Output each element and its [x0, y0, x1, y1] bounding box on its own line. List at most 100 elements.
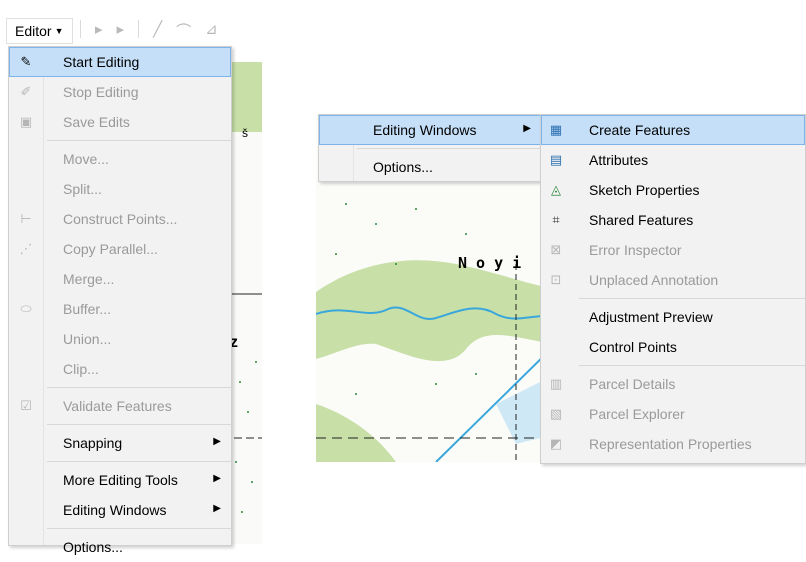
menu-item-label: Editing Windows	[63, 502, 167, 518]
menu-item-label: Stop Editing	[63, 84, 139, 100]
construct-points-icon: ⊢	[20, 211, 32, 226]
menu-separator	[47, 424, 231, 425]
menu-item-attributes[interactable]: ▤ Attributes	[541, 145, 805, 175]
menu-item-label: Options...	[373, 159, 433, 175]
chevron-down-icon: ▼	[54, 26, 64, 36]
menu-item-label: Parcel Details	[589, 376, 676, 392]
menu-item-split[interactable]: Split...	[9, 174, 231, 204]
menu-item-label: Sketch Properties	[589, 182, 700, 198]
menu-item-label: Snapping	[63, 435, 123, 451]
submenu-arrow-icon: ▶	[213, 473, 221, 484]
toolbar-tools: ▸ ▸ ╱ ⌒ ⊿	[80, 20, 218, 41]
parcel-details-icon: ▥	[549, 376, 563, 391]
menu-item-label: Save Edits	[63, 114, 130, 130]
menu-item-buffer[interactable]: ⬭ Buffer...	[9, 294, 231, 324]
menu-item-options[interactable]: Options...	[9, 532, 231, 562]
menu-separator	[47, 528, 231, 529]
menu-item-merge[interactable]: Merge...	[9, 264, 231, 294]
copy-parallel-icon: ⋰	[19, 241, 33, 256]
buffer-icon: ⬭	[20, 301, 32, 316]
menu-item-label: Options...	[63, 539, 123, 555]
menu-item-sketch-properties[interactable]: ◬ Sketch Properties	[541, 175, 805, 205]
menu-separator	[579, 365, 805, 366]
menu-item-label: Adjustment Preview	[589, 309, 713, 325]
edit-tool-icon[interactable]: ▸	[95, 20, 103, 41]
menu-item-start-editing[interactable]: ✎ Start Editing	[9, 47, 231, 77]
save-icon: ▣	[19, 114, 33, 129]
create-features-icon: ▦	[549, 122, 563, 137]
menu-item-clip[interactable]: Clip...	[9, 354, 231, 384]
submenu-arrow-icon: ▶	[523, 123, 531, 134]
menu-separator	[47, 461, 231, 462]
menu-item-move[interactable]: Move...	[9, 144, 231, 174]
construction-tools-icon[interactable]: ⊿	[205, 20, 218, 41]
menu-item-snapping[interactable]: Snapping ▶	[9, 428, 231, 458]
toolbar-separator	[138, 20, 140, 38]
editor-toolbar: Editor ▼ ▸ ▸ ╱ ⌒ ⊿	[0, 0, 262, 44]
menu-separator	[357, 148, 541, 149]
error-inspector-icon: ⊠	[550, 242, 562, 257]
menu-item-representation-properties[interactable]: ◩ Representation Properties	[541, 429, 805, 459]
attributes-icon: ▤	[549, 152, 563, 167]
representation-properties-icon: ◩	[549, 436, 563, 451]
shared-features-icon: ⌗	[552, 212, 560, 227]
menu-item-control-points[interactable]: Control Points	[541, 332, 805, 362]
menu-separator	[579, 298, 805, 299]
pencil-icon: ✎	[20, 54, 32, 69]
menu-item-parcel-details[interactable]: ▥ Parcel Details	[541, 369, 805, 399]
toolbar-separator	[80, 20, 81, 38]
menu-item-shared-features[interactable]: ⌗ Shared Features	[541, 205, 805, 235]
menu-item-label: Construct Points...	[63, 211, 178, 227]
straight-segment-icon[interactable]: ╱	[153, 20, 162, 41]
edit-annotation-tool-icon[interactable]: ▸	[117, 20, 125, 41]
editor-button-label: Editor	[15, 23, 52, 39]
menu-item-adjustment-preview[interactable]: Adjustment Preview	[541, 302, 805, 332]
menu-separator	[47, 387, 231, 388]
menu-item-validate-features[interactable]: ☑ Validate Features	[9, 391, 231, 421]
menu-item-label: Union...	[63, 331, 112, 347]
menu-item-create-features[interactable]: ▦ Create Features	[541, 115, 805, 145]
menu-item-label: Parcel Explorer	[589, 406, 685, 422]
stop-pencil-icon: ✐	[20, 84, 32, 99]
editor-menu-secondary: Editing Windows ▶ Options...	[318, 114, 542, 182]
menu-item-copy-parallel[interactable]: ⋰ Copy Parallel...	[9, 234, 231, 264]
editor-menu-button[interactable]: Editor ▼	[6, 18, 73, 44]
menu-item-unplaced-annotation[interactable]: ⊡ Unplaced Annotation	[541, 265, 805, 295]
menu-item-label: Unplaced Annotation	[589, 272, 719, 288]
curve-segment-icon[interactable]: ⌒	[176, 20, 191, 41]
editor-menu: ✎ Start Editing ✐ Stop Editing ▣ Save Edits Mo…	[8, 46, 232, 555]
menu-item-editing-windows[interactable]: Editing Windows ▶	[9, 495, 231, 525]
unplaced-annotation-icon: ⊡	[550, 272, 562, 287]
menu-item-label: Editing Windows	[373, 122, 477, 138]
submenu-arrow-icon: ▶	[213, 436, 221, 447]
menu-item-label: Copy Parallel...	[63, 241, 158, 257]
menu-item-stop-editing[interactable]: ✐ Stop Editing	[9, 77, 231, 107]
menu-item-label: Split...	[63, 181, 102, 197]
menu-item-label: Error Inspector	[589, 242, 682, 258]
menu-item-label: More Editing Tools	[63, 472, 178, 488]
menu-item-label: Control Points	[589, 339, 677, 355]
menu-item-label: Create Features	[589, 122, 691, 138]
parcel-explorer-icon: ▧	[549, 406, 563, 421]
sketch-properties-icon: ◬	[551, 182, 561, 197]
menu-item-parcel-explorer[interactable]: ▧ Parcel Explorer	[541, 399, 805, 429]
menu-item-error-inspector[interactable]: ⊠ Error Inspector	[541, 235, 805, 265]
menu-item-options[interactable]: Options...	[319, 152, 541, 182]
menu-item-label: Merge...	[63, 271, 115, 287]
menu-separator	[47, 140, 231, 141]
menu-item-label: Shared Features	[589, 212, 694, 228]
menu-item-construct-points[interactable]: ⊢ Construct Points...	[9, 204, 231, 234]
menu-item-union[interactable]: Union...	[9, 324, 231, 354]
editing-windows-submenu: ▦ Create Features ▤ Attributes ◬ Sketch Prope…	[540, 114, 806, 464]
menu-item-save-edits[interactable]: ▣ Save Edits	[9, 107, 231, 137]
menu-item-label: Move...	[63, 151, 109, 167]
map-label: N o y i	[458, 254, 522, 272]
menu-item-label: Clip...	[63, 361, 99, 377]
menu-item-label: Start Editing	[63, 54, 140, 70]
menu-item-editing-windows[interactable]: Editing Windows ▶	[319, 115, 541, 145]
menu-item-more-editing-tools[interactable]: More Editing Tools ▶	[9, 465, 231, 495]
menu-item-label: Representation Properties	[589, 436, 752, 452]
submenu-arrow-icon: ▶	[213, 503, 221, 514]
menu-item-label: Buffer...	[63, 301, 111, 317]
validate-icon: ☑	[20, 398, 32, 413]
